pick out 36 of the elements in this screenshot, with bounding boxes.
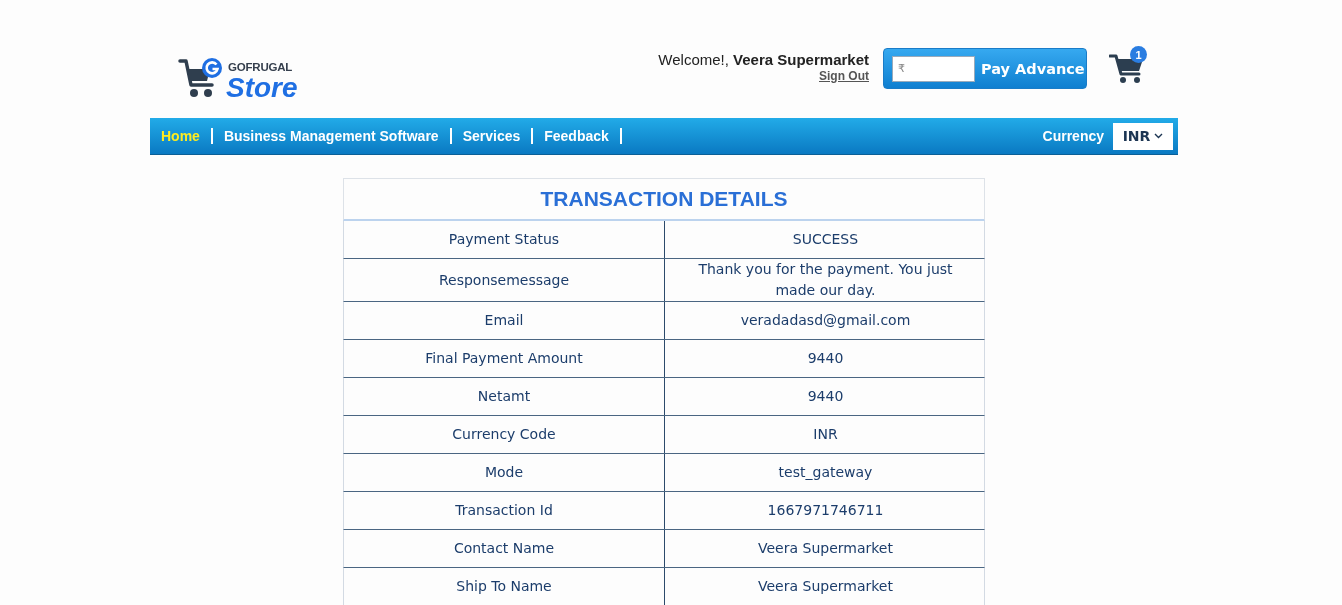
detail-value-cell-text: Veera Supermarket [757, 577, 894, 596]
detail-value-cell-text: 9440 [806, 387, 845, 406]
detail-label-cell: Netamt [344, 378, 665, 415]
nav-link[interactable]: Feedback [544, 128, 609, 144]
detail-value-cell-text: SUCCESS [791, 230, 860, 249]
table-title: TRANSACTION DETAILS [343, 178, 985, 221]
detail-label-cell: Currency Code [344, 416, 665, 453]
detail-value-cell-text: test_gateway [777, 463, 874, 482]
welcome-text: Welcome!, Veera Supermarket [658, 51, 869, 69]
detail-value-cell-text: INR [812, 425, 839, 444]
detail-label-cell: Payment Status [344, 221, 665, 258]
detail-value-cell-text: veradadasd@gmail.com [739, 311, 912, 330]
detail-value-cell-text: Thank you for the payment. You just made our day. [697, 260, 954, 300]
detail-value-cell-text: Veera Supermarket [757, 539, 894, 558]
detail-label-cell: Email [344, 302, 665, 339]
logo-product-text: Store [226, 74, 298, 101]
nav-link[interactable]: Business Management Software [223, 128, 439, 144]
currency-select[interactable]: INR [1113, 122, 1173, 150]
nav-link[interactable]: Services [462, 128, 521, 144]
logo-brand-text: GOFRUGAL [228, 61, 293, 74]
detail-label-cell: Contact Name [344, 530, 665, 567]
detail-label-cell: Transaction Id [344, 492, 665, 529]
sign-out-link[interactable]: Sign Out [819, 69, 869, 84]
detail-value-cell-text: 1667971746711 [766, 501, 885, 520]
chevron-down-icon [1154, 133, 1164, 139]
pay-advance-button[interactable]: Pay Advance [979, 60, 1087, 77]
amount-input-field[interactable]: ₹ [892, 55, 975, 82]
nav-link[interactable]: Home [161, 128, 200, 144]
cart-count-badge: 1 [1130, 46, 1147, 63]
detail-label-cell: Responsemessage [344, 259, 665, 301]
currency-label: Currency [1042, 128, 1104, 144]
logo-cart-icon [178, 57, 223, 99]
detail-label-cell: Ship To Name [344, 568, 665, 605]
detail-label-cell: Final Payment Amount [344, 340, 665, 377]
detail-value-cell-text: 9440 [806, 349, 845, 368]
detail-label-cell: Mode [344, 454, 665, 491]
